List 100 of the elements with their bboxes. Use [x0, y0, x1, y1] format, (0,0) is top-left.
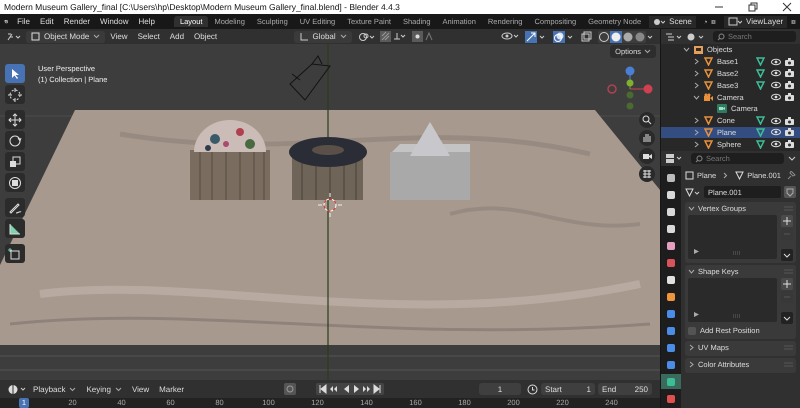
chevron-icon [723, 172, 728, 178]
restore-icon[interactable] [748, 2, 758, 12]
axes-icon [298, 32, 309, 42]
tool-button[interactable] [5, 219, 25, 238]
render-camera-icon[interactable] [785, 116, 794, 125]
tool-button[interactable] [5, 152, 25, 171]
menu-item[interactable]: View [126, 384, 154, 394]
caret-icon [644, 49, 651, 54]
tab-icon [667, 242, 675, 250]
editor-type-icon[interactable] [665, 153, 683, 164]
render-camera-icon[interactable] [785, 93, 794, 102]
eye-icon[interactable] [771, 58, 781, 66]
xray-icon[interactable] [581, 31, 592, 42]
caret-icon [93, 34, 100, 39]
specials-menu-icon[interactable] [781, 312, 793, 324]
tool-button[interactable] [5, 110, 25, 129]
editor-type-icon[interactable] [6, 32, 22, 42]
tab-icon [667, 360, 675, 368]
eye-icon[interactable] [771, 69, 781, 78]
clock-icon[interactable] [527, 384, 538, 394]
end-frame-field[interactable]: End 250 [598, 383, 652, 395]
add-icon[interactable] [781, 215, 793, 227]
menu-item[interactable]: Marker [154, 384, 190, 394]
tool-button[interactable] [5, 244, 25, 263]
pivot-icon[interactable] [358, 32, 376, 42]
menu-item[interactable]: Select [132, 32, 165, 41]
close-icon[interactable] [782, 2, 792, 12]
expand-arrow-icon[interactable] [694, 249, 699, 254]
snap-icon[interactable] [380, 31, 406, 42]
menu-item[interactable]: Keying [81, 384, 127, 394]
tool-button[interactable] [5, 131, 25, 150]
render-camera-icon[interactable] [785, 81, 794, 90]
view-layer-selector[interactable]: ViewLayer [724, 16, 788, 28]
scene-selector[interactable]: Scene [649, 16, 696, 28]
eye-icon[interactable] [771, 81, 781, 90]
tool-button[interactable] [5, 173, 25, 192]
dome-drawing [194, 120, 266, 152]
tab-icon [667, 190, 675, 198]
menu-item[interactable]: File [12, 17, 35, 26]
eye-icon[interactable] [771, 93, 781, 102]
camera-data-icon [717, 104, 727, 114]
mesh-data-icon [735, 170, 744, 180]
grid-icon[interactable] [639, 166, 655, 182]
record-icon[interactable] [284, 383, 296, 395]
dropdown-icon[interactable] [788, 156, 796, 162]
menu-item[interactable]: Add [164, 32, 190, 41]
menu-item[interactable]: Edit [34, 17, 59, 26]
tab-icon [667, 394, 675, 402]
start-frame-field[interactable]: Start 1 [541, 383, 595, 395]
menu-item[interactable]: View [105, 32, 133, 41]
resize-grip-icon[interactable] [733, 251, 741, 255]
drag-handle-icon[interactable] [784, 362, 793, 367]
eye-icon[interactable] [771, 140, 781, 148]
hand-icon[interactable] [639, 130, 655, 146]
ruler-icon [8, 222, 22, 236]
proportional-edit-icon[interactable] [412, 31, 434, 42]
orientation-dropdown[interactable]: Global [294, 30, 352, 42]
mesh-data-icon[interactable] [685, 188, 701, 196]
cursor-icon [318, 192, 342, 218]
zoom-icon[interactable] [639, 112, 655, 128]
add-icon[interactable] [781, 278, 793, 290]
render-camera-icon[interactable] [785, 128, 794, 136]
drag-handle-icon[interactable] [784, 345, 793, 350]
checkbox[interactable] [688, 326, 696, 334]
gizmo-toggle-icon[interactable] [525, 30, 547, 42]
playback-controls-icon[interactable] [316, 383, 384, 395]
scale-icon [8, 154, 22, 168]
overlays-icon[interactable] [553, 30, 575, 42]
fake-user-icon[interactable] [784, 186, 796, 198]
pin-icon[interactable] [787, 170, 796, 180]
menu-item[interactable]: Object [189, 32, 222, 41]
display-mode-icon[interactable] [665, 32, 683, 42]
drag-handle-icon[interactable] [784, 206, 793, 211]
specials-menu-icon[interactable] [781, 249, 793, 261]
menu-item[interactable]: Window [95, 17, 134, 26]
editor-type-icon[interactable] [8, 384, 28, 394]
current-frame-field[interactable]: 1 [479, 383, 521, 395]
expand-arrow-icon[interactable] [694, 312, 699, 317]
drag-handle-icon[interactable] [784, 269, 793, 274]
eye-icon[interactable] [771, 116, 781, 125]
visibility-icon[interactable] [501, 31, 519, 42]
tool-button[interactable] [5, 198, 25, 217]
render-camera-icon[interactable] [785, 58, 794, 66]
camera-view-icon[interactable] [639, 148, 655, 164]
move-icon [8, 112, 22, 126]
shading-modes-icon[interactable] [598, 30, 654, 42]
render-camera-icon[interactable] [785, 69, 794, 78]
object-icon [685, 170, 694, 180]
crosshair-icon [8, 88, 22, 102]
menu-item[interactable]: Playback [28, 384, 82, 394]
tool-button[interactable] [5, 85, 25, 104]
resize-grip-icon[interactable] [733, 314, 741, 318]
render-camera-icon[interactable] [785, 140, 794, 148]
menu-item[interactable]: Help [133, 17, 160, 26]
menu-item[interactable]: Render [58, 17, 96, 26]
eye-icon[interactable] [771, 128, 781, 136]
filter-icon[interactable] [687, 32, 705, 42]
tool-button[interactable] [5, 64, 25, 83]
tab-icon [667, 224, 675, 232]
mode-dropdown[interactable]: Object Mode [26, 30, 106, 42]
